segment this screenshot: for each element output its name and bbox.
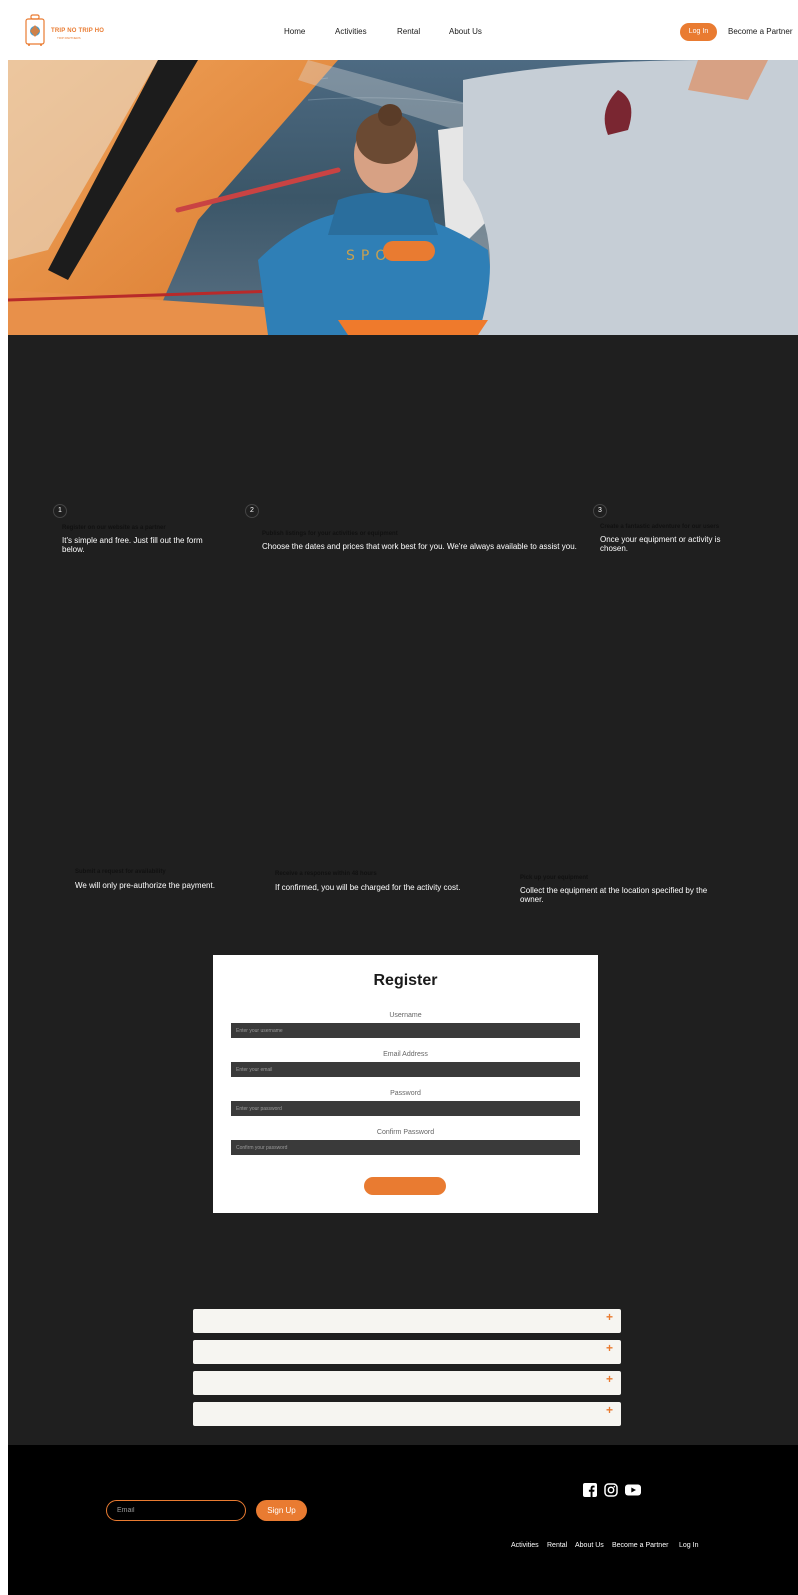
login-button[interactable]: Log In [680,23,717,41]
logo-tagline: TRIP PARTNERS [57,36,81,40]
register-submit-button[interactable] [364,1177,446,1195]
become-partner-link[interactable]: Become a Partner [728,27,792,36]
nav-home[interactable]: Home [284,27,305,36]
step-desc-2: Choose the dates and prices that work be… [262,542,577,551]
nav-about-us[interactable]: About Us [449,27,482,36]
logo[interactable]: TRIP NO TRIP HO TRIP PARTNERS [24,14,104,48]
plus-icon: + [605,1403,613,1417]
page: TRIP NO TRIP HO TRIP PARTNERS Home Activ… [8,5,798,1595]
faq-item-4[interactable]: + [193,1402,621,1426]
register-form: Register Username Email Address Password… [213,955,598,1213]
faq-item-2[interactable]: + [193,1340,621,1364]
step-number-3: 3 [593,504,607,518]
facebook-icon[interactable] [583,1483,597,1497]
password-label: Password [390,1090,421,1097]
suitcase-logo-icon [25,14,45,46]
user-step-desc-2: If confirmed, you will be charged for th… [275,883,461,892]
hero-banner: SPORT [8,60,798,335]
email-input[interactable] [231,1062,580,1077]
hero-image: SPORT [8,60,798,335]
password-input[interactable] [231,1101,580,1116]
user-step-title-3: Pick up your equipment [520,875,589,881]
plus-icon: + [605,1372,613,1386]
confirm-password-label: Confirm Password [376,1129,435,1136]
footer-link-login[interactable]: Log In [679,1542,698,1549]
step-desc-3: Once your equipment or activity is chose… [600,535,721,553]
confirm-password-input[interactable] [231,1140,580,1155]
footer-link-about-us[interactable]: About Us [575,1542,604,1549]
footer-link-become-partner[interactable]: Become a Partner [612,1542,668,1549]
email-label: Email Address [383,1051,428,1058]
faq-item-1[interactable]: + [193,1309,621,1333]
step-desc-1: It's simple and free. Just fill out the … [62,536,203,554]
footer-link-activities[interactable]: Activities [511,1542,539,1549]
instagram-icon[interactable] [604,1483,618,1497]
user-step-title-1: Submit a request for availability [75,869,166,875]
plus-icon: + [605,1341,613,1355]
youtube-icon[interactable] [625,1483,641,1497]
site-header: TRIP NO TRIP HO TRIP PARTNERS Home Activ… [8,5,798,60]
user-step-title-2: Receive a response within 48 hours [275,871,377,877]
username-label: Username [389,1012,422,1019]
user-step-desc-1: We will only pre-authorize the payment. [75,881,215,890]
faq-item-3[interactable]: + [193,1371,621,1395]
user-step-desc-3: Collect the equipment at the location sp… [520,886,708,904]
newsletter-email-input[interactable] [106,1500,246,1521]
site-footer: Sign Up Activities Rental About Us Becom… [8,1445,798,1595]
logo-text: TRIP NO TRIP HO [51,28,105,34]
plus-icon: + [605,1310,613,1324]
hero-cta-button[interactable] [383,241,435,261]
register-title: Register [373,972,438,989]
nav-rental[interactable]: Rental [397,27,420,36]
step-title-2: Publish listings for your activities or … [262,531,398,537]
step-number-1: 1 [53,504,67,518]
step-number-2: 2 [245,504,259,518]
step-title-3: Create a fantastic adventure for our use… [600,524,720,530]
footer-link-rental[interactable]: Rental [547,1542,567,1549]
signup-button[interactable]: Sign Up [256,1500,307,1521]
nav-activities[interactable]: Activities [335,27,367,36]
step-title-1: Register on our website as a partner [62,525,166,531]
username-input[interactable] [231,1023,580,1038]
